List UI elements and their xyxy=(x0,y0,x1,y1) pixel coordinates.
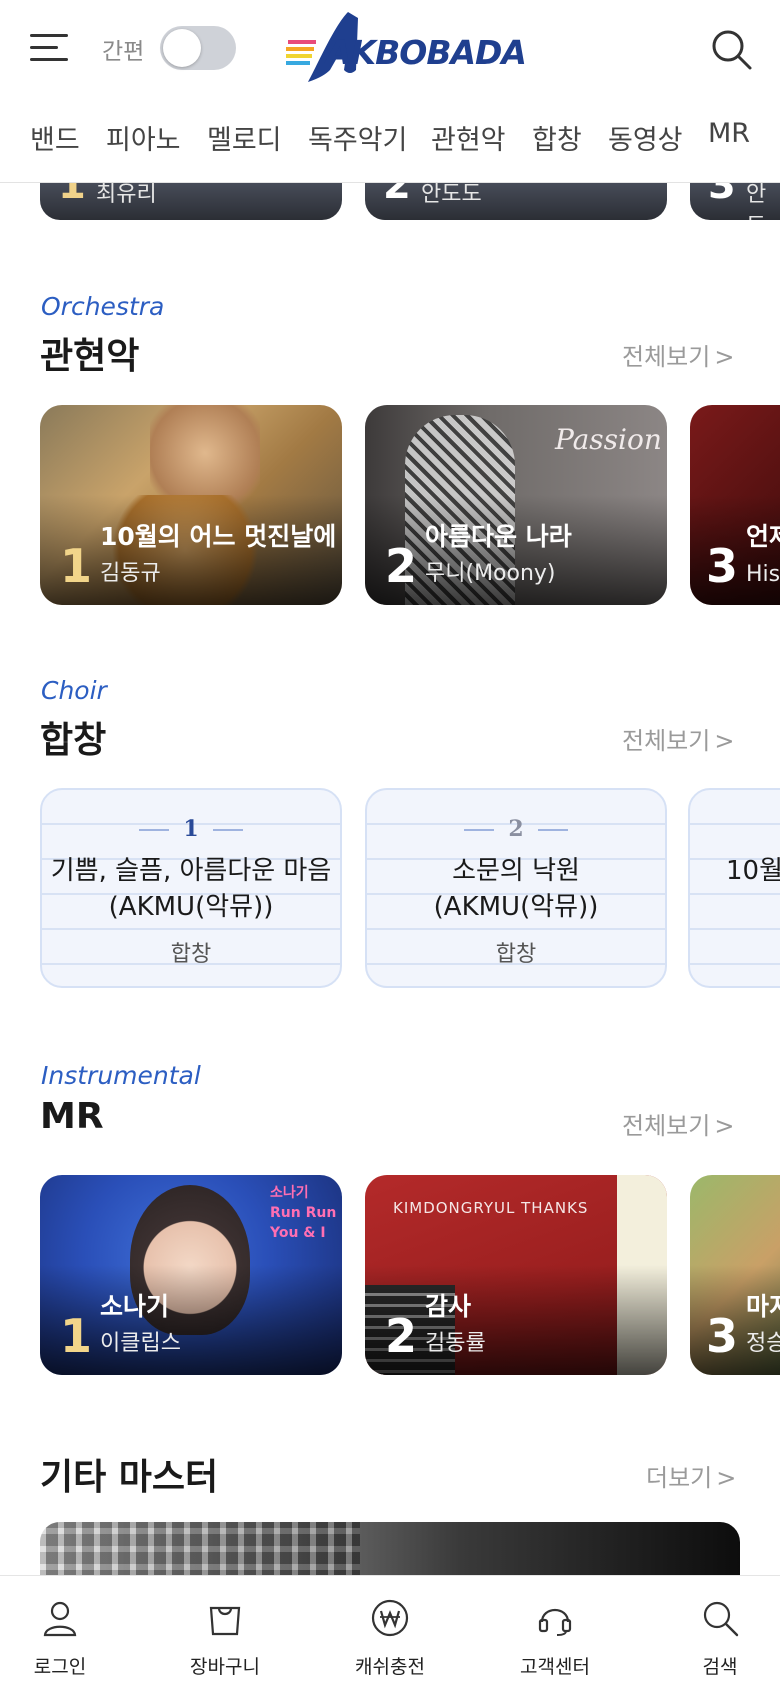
song-title: 언제 xyxy=(746,522,780,551)
rank-number: 1 xyxy=(42,816,340,842)
song-title: 감사 xyxy=(425,1292,472,1321)
chevron-right-icon: > xyxy=(716,1464,737,1492)
rank-number: 2 xyxy=(367,816,665,842)
orchestra-title: 관현악 xyxy=(40,336,140,377)
logo-text: AKBOBADA xyxy=(326,33,527,72)
more-label: 전체보기 xyxy=(622,343,711,371)
choir-title: 합창 xyxy=(40,720,107,761)
tab-label: 장바구니 xyxy=(190,1656,260,1678)
rank-number: 2 xyxy=(385,1309,418,1363)
easy-mode-label: 간편 xyxy=(102,39,145,65)
more-label: 더보기 xyxy=(646,1464,713,1492)
mr-subtitle: Instrumental xyxy=(41,1061,201,1090)
tab-cash[interactable]: 캐쉬충전 xyxy=(330,1576,450,1688)
artist-name: 무니(Moony) xyxy=(425,561,556,586)
search-icon[interactable] xyxy=(708,26,754,72)
nav-item-choir[interactable]: 합창 xyxy=(532,118,582,157)
choir-card[interactable]: 2 소문의 낙원 (AKMU(악뮤)) 합창 xyxy=(365,788,667,988)
nav-item-melody[interactable]: 멜로디 xyxy=(207,118,282,157)
orchestra-more-link[interactable]: 전체보기 > xyxy=(622,337,734,372)
rank-number: 1 xyxy=(60,1309,93,1363)
nav-item-orchestra[interactable]: 관현악 xyxy=(431,118,506,157)
rank-number: 2 xyxy=(385,539,418,593)
category-label: 합창 xyxy=(495,942,537,967)
nav-item-solo[interactable]: 독주악기 xyxy=(308,118,407,157)
choir-subtitle: Choir xyxy=(41,676,107,705)
mr-card[interactable]: 3 마지 정승 xyxy=(690,1175,780,1375)
cover-text: KIMDONGRYUL THANKS xyxy=(393,1199,589,1217)
tab-label: 로그인 xyxy=(33,1656,87,1678)
more-label: 전체보기 xyxy=(622,1112,711,1140)
song-title: 10월의 어느 멋진날에 xyxy=(100,522,337,551)
app-header: 간편 AKBOBADA 밴드 피아노 멜로디 독주악기 관현악 합창 동영상 M… xyxy=(0,0,780,183)
rank-number: 3 xyxy=(706,1309,739,1363)
orchestra-card[interactable]: Passion 2 아름다운 나라 무니(Moony) xyxy=(365,405,667,605)
choir-card[interactable]: 10월 xyxy=(688,788,780,988)
tab-label: 캐쉬충전 xyxy=(355,1656,425,1678)
song-title-line2: (AKMU(악뮤)) xyxy=(108,892,274,922)
chevron-right-icon: > xyxy=(714,1112,735,1140)
headset-icon xyxy=(535,1598,575,1638)
nav-item-band[interactable]: 밴드 xyxy=(30,118,80,157)
shopping-bag-icon xyxy=(205,1598,245,1638)
orchestra-card[interactable]: 3 언제 His xyxy=(690,405,780,605)
guitar-master-title: 기타 마스터 xyxy=(40,1457,219,1498)
rank-number: 3 xyxy=(706,539,739,593)
hamburger-icon[interactable] xyxy=(30,30,70,64)
nav-item-mr[interactable]: MR xyxy=(708,118,750,149)
chevron-right-icon: > xyxy=(714,343,735,371)
orchestra-card[interactable]: 1 10월의 어느 멋진날에 김동규 xyxy=(40,405,342,605)
mr-title: MR xyxy=(40,1096,104,1137)
choir-more-link[interactable]: 전체보기 > xyxy=(622,721,734,756)
search-icon xyxy=(700,1598,740,1638)
song-title-line1: 10월 xyxy=(726,856,780,886)
tab-login[interactable]: 로그인 xyxy=(0,1576,120,1688)
song-title-line1: 기쁨, 슬픔, 아름다운 마음 xyxy=(50,856,332,886)
bottom-tab-bar: 로그인 장바구니 캐쉬충전 고객센터 검색 xyxy=(0,1575,780,1688)
tab-label: 고객센터 xyxy=(520,1656,590,1678)
category-nav: 밴드 피아노 멜로디 독주악기 관현악 합창 동영상 MR xyxy=(0,108,780,164)
nav-item-video[interactable]: 동영상 xyxy=(608,118,683,157)
won-coin-icon xyxy=(370,1598,410,1638)
nav-item-piano[interactable]: 피아노 xyxy=(106,118,181,157)
choir-card[interactable]: 1 기쁨, 슬픔, 아름다운 마음 (AKMU(악뮤)) 합창 xyxy=(40,788,342,988)
artist-name: 김동규 xyxy=(100,561,161,586)
tab-search[interactable]: 검색 xyxy=(660,1576,780,1688)
artist-name: 정승 xyxy=(746,1331,780,1356)
mr-more-link[interactable]: 전체보기 > xyxy=(622,1106,734,1141)
mr-card[interactable]: 소나기 Run Run You & I 1 소나기 이클립스 xyxy=(40,1175,342,1375)
song-title-line1: 소문의 낙원 xyxy=(452,856,580,886)
tab-support[interactable]: 고객센터 xyxy=(495,1576,615,1688)
song-title: 소나기 xyxy=(100,1292,170,1321)
rank-number: 1 xyxy=(60,539,93,593)
akbobada-logo[interactable]: AKBOBADA xyxy=(282,8,527,90)
tab-cart[interactable]: 장바구니 xyxy=(165,1576,285,1688)
easy-mode-toggle[interactable] xyxy=(160,26,236,70)
passion-script-text: Passion xyxy=(555,423,662,456)
song-title: 아름다운 나라 xyxy=(425,522,572,551)
orchestra-subtitle: Orchestra xyxy=(41,292,165,321)
guitar-master-more-link[interactable]: 더보기 > xyxy=(646,1458,736,1493)
pink-text-sticker: 소나기 Run Run You & I xyxy=(270,1185,337,1241)
toggle-knob xyxy=(163,29,201,67)
song-title-line2: (AKMU(악뮤)) xyxy=(433,892,599,922)
artist-name: 이클립스 xyxy=(100,1331,181,1356)
more-label: 전체보기 xyxy=(622,727,711,755)
category-label: 합창 xyxy=(170,942,212,967)
artist-name: His xyxy=(746,562,780,587)
chevron-right-icon: > xyxy=(714,727,735,755)
song-title: 마지 xyxy=(746,1292,780,1321)
mr-card[interactable]: KIMDONGRYUL THANKS 2 감사 김동률 xyxy=(365,1175,667,1375)
tab-label: 검색 xyxy=(702,1656,738,1678)
artist-name: 김동률 xyxy=(425,1331,486,1356)
person-icon xyxy=(40,1598,80,1638)
